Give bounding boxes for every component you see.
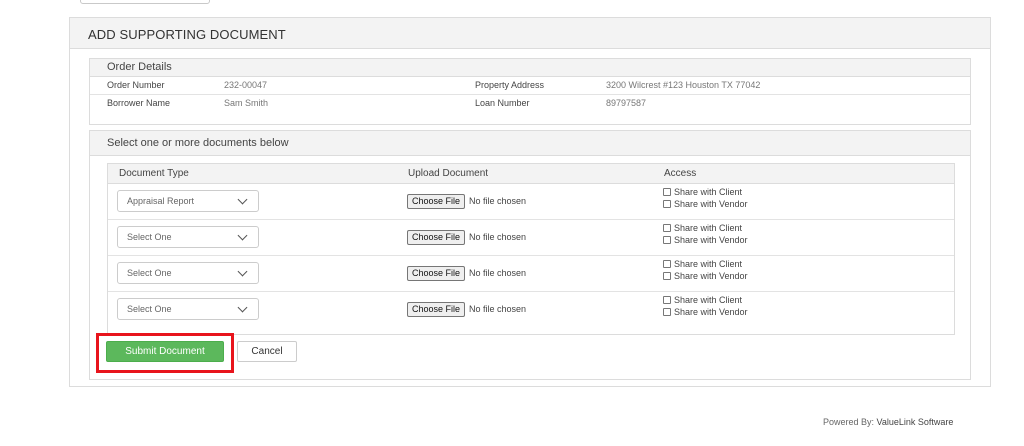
documents-table: Document Type Upload Document Access App… [107, 163, 955, 335]
file-status: No file chosen [469, 268, 527, 278]
checkbox-icon[interactable] [663, 235, 671, 244]
share-with-client-label: Share with Client [674, 223, 743, 233]
footer-prefix: Powered By: [823, 417, 875, 427]
property-address-value: 3200 Wilcrest #123 Houston TX 77042 [606, 80, 761, 90]
order-details-row: Borrower Name Sam Smith Loan Number 8979… [90, 95, 970, 113]
footer-powered-by: Powered By: ValueLink Software [823, 417, 953, 427]
document-type-select[interactable]: Select One [117, 226, 259, 248]
footer-brand: ValueLink Software [876, 417, 954, 427]
panel-title: ADD SUPPORTING DOCUMENT [70, 18, 990, 49]
checkbox-icon[interactable] [663, 199, 671, 208]
cancel-button[interactable]: Cancel [237, 341, 297, 362]
documents-table-header: Document Type Upload Document Access [108, 164, 954, 184]
share-with-vendor-option[interactable]: Share with Vendor [663, 307, 748, 319]
share-with-vendor-option[interactable]: Share with Vendor [663, 199, 748, 211]
document-type-value: Select One [127, 304, 172, 314]
document-type-value: Select One [127, 232, 172, 242]
documents-heading: Select one or more documents below [90, 131, 970, 156]
chevron-down-icon [237, 302, 248, 313]
file-status: No file chosen [469, 196, 527, 206]
document-type-select[interactable]: Select One [117, 262, 259, 284]
share-with-vendor-label: Share with Vendor [674, 235, 748, 245]
file-upload: Choose File No file chosen [407, 302, 526, 318]
add-document-panel: ADD SUPPORTING DOCUMENT Order Details Or… [69, 17, 991, 387]
choose-file-button[interactable]: Choose File [407, 194, 466, 209]
access-options: Share with Client Share with Vendor [663, 223, 748, 247]
borrower-name-value: Sam Smith [224, 98, 269, 108]
choose-file-button[interactable]: Choose File [407, 230, 466, 245]
order-details-row: Order Number 232-00047 Property Address … [90, 77, 970, 95]
file-status: No file chosen [469, 232, 527, 242]
share-with-client-label: Share with Client [674, 295, 743, 305]
share-with-client-option[interactable]: Share with Client [663, 223, 748, 235]
order-details-box: Order Details Order Number 232-00047 Pro… [89, 58, 971, 125]
table-row: Select One Choose File No file chosen Sha… [108, 256, 954, 292]
document-type-value: Appraisal Report [127, 196, 195, 206]
loan-number-value: 89797587 [606, 98, 647, 108]
access-options: Share with Client Share with Vendor [663, 295, 748, 319]
share-with-vendor-option[interactable]: Share with Vendor [663, 271, 748, 283]
order-number-label: Order Number [107, 80, 165, 90]
submit-document-button[interactable]: Submit Document [106, 341, 224, 362]
borrower-name-label: Borrower Name [107, 98, 171, 108]
checkbox-icon[interactable] [663, 271, 671, 280]
share-with-client-option[interactable]: Share with Client [663, 259, 748, 271]
chevron-down-icon [237, 266, 248, 277]
choose-file-button[interactable]: Choose File [407, 266, 466, 281]
choose-file-button[interactable]: Choose File [407, 302, 466, 317]
file-upload: Choose File No file chosen [407, 266, 526, 282]
share-with-client-label: Share with Client [674, 259, 743, 269]
file-upload: Choose File No file chosen [407, 194, 526, 210]
order-details-heading: Order Details [90, 59, 970, 77]
checkbox-icon[interactable] [663, 307, 671, 316]
property-address-label: Property Address [475, 80, 545, 90]
share-with-vendor-label: Share with Vendor [674, 307, 748, 317]
share-with-client-label: Share with Client [674, 187, 743, 197]
access-options: Share with Client Share with Vendor [663, 259, 748, 283]
document-type-value: Select One [127, 268, 172, 278]
share-with-client-option[interactable]: Share with Client [663, 295, 748, 307]
loan-number-label: Loan Number [475, 98, 530, 108]
column-upload-document: Upload Document [408, 168, 489, 179]
share-with-vendor-label: Share with Vendor [674, 271, 748, 281]
checkbox-icon[interactable] [663, 223, 671, 232]
order-number-value: 232-00047 [224, 80, 268, 90]
checkbox-icon[interactable] [663, 259, 671, 268]
document-type-select[interactable]: Select One [117, 298, 259, 320]
share-with-vendor-label: Share with Vendor [674, 199, 748, 209]
table-row: Select One Choose File No file chosen Sha… [108, 292, 954, 328]
file-upload: Choose File No file chosen [407, 230, 526, 246]
column-access: Access [664, 168, 697, 179]
table-row: Select One Choose File No file chosen Sha… [108, 220, 954, 256]
column-document-type: Document Type [119, 168, 189, 179]
chevron-down-icon [237, 230, 248, 241]
checkbox-icon[interactable] [663, 187, 671, 196]
share-with-vendor-option[interactable]: Share with Vendor [663, 235, 748, 247]
checkbox-icon[interactable] [663, 295, 671, 304]
top-cut-off-button[interactable] [80, 0, 210, 4]
chevron-down-icon [237, 194, 248, 205]
file-status: No file chosen [469, 304, 527, 314]
access-options: Share with Client Share with Vendor [663, 187, 748, 211]
document-type-select[interactable]: Appraisal Report [117, 190, 259, 212]
share-with-client-option[interactable]: Share with Client [663, 187, 748, 199]
table-row: Appraisal Report Choose File No file chos… [108, 184, 954, 220]
